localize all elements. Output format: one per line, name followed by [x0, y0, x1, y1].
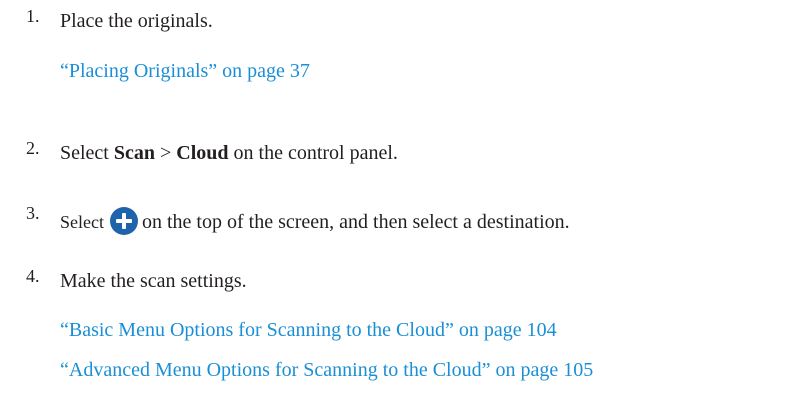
- step-text: Make the scan settings.: [60, 270, 247, 292]
- text-segment: >: [155, 142, 177, 164]
- menu-cloud-label: Cloud: [176, 142, 229, 164]
- text-segment: Select: [60, 212, 104, 232]
- menu-scan-label: Scan: [113, 142, 155, 164]
- step-number: 2.: [26, 138, 40, 158]
- step-number: 1.: [26, 6, 40, 26]
- plus-circle-icon: [109, 207, 138, 235]
- link-placing-originals[interactable]: “Placing Originals” on page 37: [60, 60, 310, 83]
- text-segment: Select: [60, 142, 114, 164]
- step-text: Select Scan > Cloud on the control panel…: [60, 142, 398, 165]
- step-number: 4.: [26, 266, 40, 286]
- text-segment: on the control panel.: [228, 142, 398, 164]
- step-text: Select on the top of the screen, and then…: [60, 207, 570, 235]
- text-segment: on the top of the screen, and then selec…: [141, 211, 570, 233]
- step-number: 3.: [26, 203, 40, 223]
- link-advanced-menu-options[interactable]: “Advanced Menu Options for Scanning to t…: [60, 359, 593, 382]
- link-basic-menu-options[interactable]: “Basic Menu Options for Scanning to the …: [60, 319, 557, 342]
- step-text: Place the originals.: [60, 10, 213, 32]
